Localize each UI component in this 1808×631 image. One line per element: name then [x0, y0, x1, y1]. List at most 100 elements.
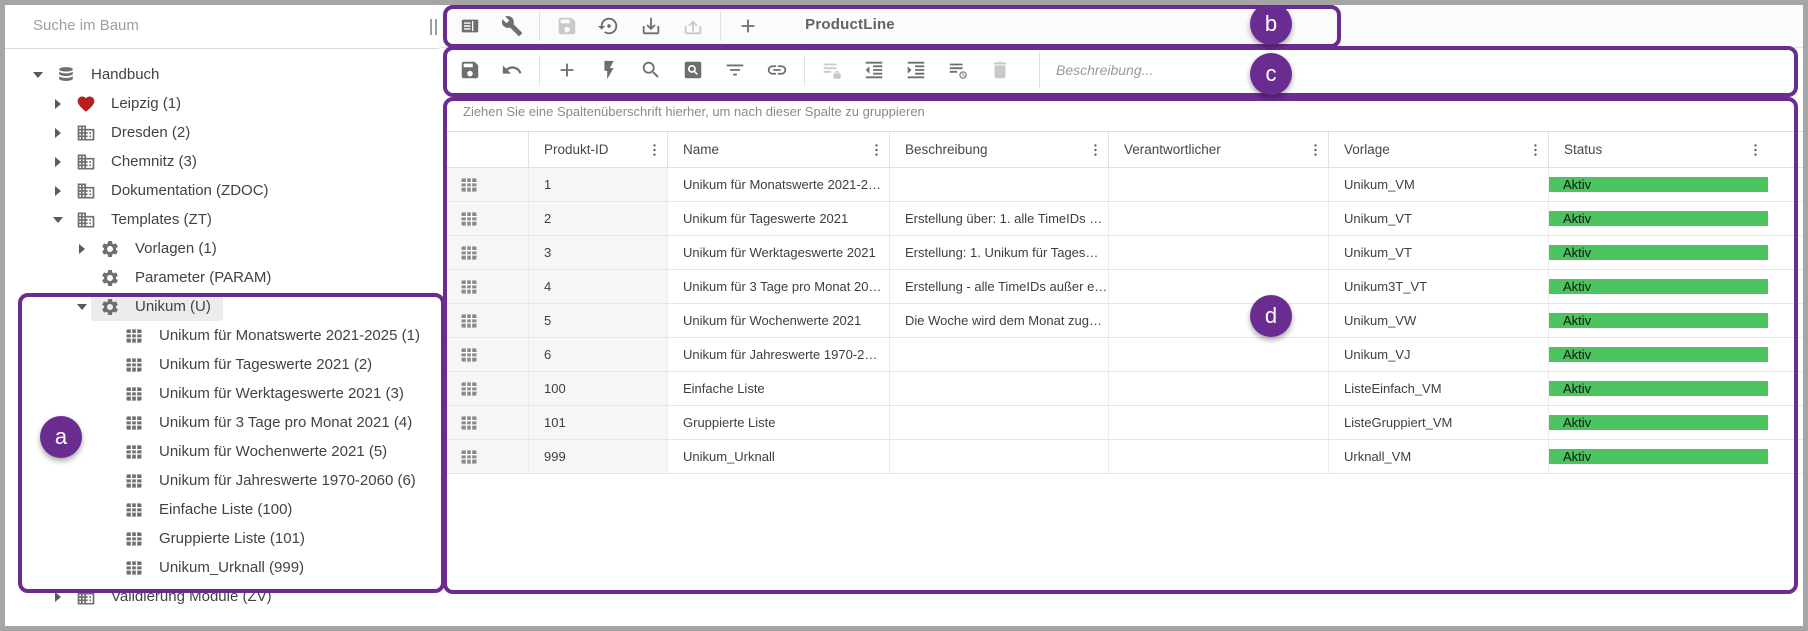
add-row-button[interactable] — [546, 52, 588, 88]
tree-expander-icon[interactable] — [49, 99, 67, 109]
tree-item[interactable]: Parameter (PARAM) — [5, 263, 439, 292]
column-header-beschreibung[interactable]: Beschreibung — [889, 132, 1108, 167]
tree-item[interactable]: Unikum (U) — [5, 292, 439, 321]
tree-item[interactable]: Gruppierte Liste (101) — [5, 524, 439, 553]
save-row-button[interactable] — [449, 52, 491, 88]
cell-name: Unikum für 3 Tage pro Monat 20… — [667, 270, 889, 303]
gear-icon — [99, 267, 121, 289]
restore-button[interactable] — [588, 8, 630, 44]
row-open-cell[interactable] — [447, 236, 528, 269]
filter-button[interactable] — [714, 52, 756, 88]
column-menu-icon[interactable] — [1527, 141, 1544, 158]
table-row[interactable]: 4Unikum für 3 Tage pro Monat 20…Erstellu… — [447, 270, 1803, 304]
table-row[interactable]: 100Einfache ListeListeEinfach_VMAktiv — [447, 372, 1803, 406]
tree-expander-icon[interactable] — [49, 186, 67, 196]
cell-id: 5 — [528, 304, 667, 337]
row-open-cell[interactable] — [447, 440, 528, 473]
row-open-cell[interactable] — [447, 406, 528, 439]
table-icon — [458, 345, 480, 365]
tree-expander-icon[interactable] — [49, 128, 67, 138]
row-open-cell[interactable] — [447, 338, 528, 371]
detail-panel-button[interactable] — [449, 8, 491, 44]
table-row[interactable]: 1Unikum für Monatswerte 2021-2…Unikum_VM… — [447, 168, 1803, 202]
tree-expander-icon[interactable] — [49, 592, 67, 602]
tree-item[interactable]: Chemnitz (3) — [5, 147, 439, 176]
bolt-icon — [598, 59, 620, 81]
tree-expander-icon[interactable] — [49, 217, 67, 223]
cell-status: Aktiv — [1548, 168, 1768, 201]
table-row[interactable]: 6Unikum für Jahreswerte 1970-2…Unikum_VJ… — [447, 338, 1803, 372]
table-row[interactable]: 2Unikum für Tageswerte 2021Erstellung üb… — [447, 202, 1803, 236]
row-open-cell[interactable] — [447, 372, 528, 405]
cell-text: Unikum für Tageswerte 2021 — [683, 211, 848, 226]
tree-item-label: Templates (ZT) — [111, 211, 212, 228]
row-open-cell[interactable] — [447, 168, 528, 201]
column-header-verantwortlicher[interactable]: Verantwortlicher — [1108, 132, 1328, 167]
flash-button[interactable] — [588, 52, 630, 88]
column-menu-icon[interactable] — [868, 141, 885, 158]
tree-expander-icon[interactable] — [49, 157, 67, 167]
cell-vorlage: Unikum_VM — [1328, 168, 1548, 201]
grid-toolbar — [439, 48, 1803, 91]
row-open-cell[interactable] — [447, 304, 528, 337]
tree-item[interactable]: Templates (ZT) — [5, 205, 439, 234]
status-badge: Aktiv — [1549, 279, 1768, 294]
tree-item[interactable]: Validierung Module (ZV) — [5, 582, 439, 611]
cell-name: Unikum für Werktageswerte 2021 — [667, 236, 889, 269]
tree-expander-icon[interactable] — [29, 72, 47, 78]
tree-item-label: Dokumentation (ZDOC) — [111, 182, 269, 199]
table-row[interactable]: 5Unikum für Wochenwerte 2021Die Woche wi… — [447, 304, 1803, 338]
tree-item[interactable]: Einfache Liste (100) — [5, 495, 439, 524]
description-input[interactable] — [1040, 61, 1803, 79]
import-button[interactable] — [630, 8, 672, 44]
tree-expander-icon[interactable] — [73, 244, 91, 254]
row-history-button[interactable] — [937, 52, 979, 88]
tree-item-label: Unikum für Jahreswerte 1970-2060 (6) — [159, 472, 416, 489]
tree-item[interactable]: Dokumentation (ZDOC) — [5, 176, 439, 205]
link-button[interactable] — [756, 52, 798, 88]
splitter-handle[interactable] — [430, 19, 437, 35]
tree-item[interactable]: Leipzig (1) — [5, 89, 439, 118]
tree-item[interactable]: Unikum für Monatswerte 2021-2025 (1) — [5, 321, 439, 350]
tree-item[interactable]: Unikum für Jahreswerte 1970-2060 (6) — [5, 466, 439, 495]
cell-vorlage: Unikum_VT — [1328, 236, 1548, 269]
column-menu-icon[interactable] — [1307, 141, 1324, 158]
column-menu-icon[interactable] — [1087, 141, 1104, 158]
building-icon — [75, 180, 97, 202]
tree-item-label: Vorlagen (1) — [135, 240, 217, 257]
move-in-button[interactable] — [895, 52, 937, 88]
undo-button[interactable] — [491, 52, 533, 88]
tree-item[interactable]: Dresden (2) — [5, 118, 439, 147]
tab-label: ProductLine — [805, 16, 895, 33]
row-open-cell[interactable] — [447, 202, 528, 235]
tab-productline[interactable]: ProductLine — [779, 5, 921, 48]
tree-item[interactable]: Unikum für Tageswerte 2021 (2) — [5, 350, 439, 379]
cell-name: Unikum für Wochenwerte 2021 — [667, 304, 889, 337]
row-open-cell[interactable] — [447, 270, 528, 303]
column-menu-icon[interactable] — [1747, 141, 1764, 158]
table-row[interactable]: 999Unikum_UrknallUrknall_VMAktiv — [447, 440, 1803, 474]
tree-search-input[interactable] — [5, 5, 403, 46]
cell-id: 6 — [528, 338, 667, 371]
tree-item[interactable]: Vorlagen (1) — [5, 234, 439, 263]
column-menu-icon[interactable] — [646, 141, 663, 158]
search-button[interactable] — [630, 52, 672, 88]
move-out-button[interactable] — [853, 52, 895, 88]
tree-item-label: Validierung Module (ZV) — [111, 588, 272, 605]
column-header-name[interactable]: Name — [667, 132, 889, 167]
export-button — [672, 8, 714, 44]
status-badge: Aktiv — [1549, 449, 1768, 464]
add-tab-button[interactable] — [727, 8, 769, 44]
tree-item[interactable]: Unikum_Urknall (999) — [5, 553, 439, 582]
table-row[interactable]: 3Unikum für Werktageswerte 2021Erstellun… — [447, 236, 1803, 270]
settings-wrench-button[interactable] — [491, 8, 533, 44]
column-header-status[interactable]: Status — [1548, 132, 1768, 167]
advanced-search-button[interactable] — [672, 52, 714, 88]
tree-item[interactable]: Unikum für Werktageswerte 2021 (3) — [5, 379, 439, 408]
tree-expander-icon[interactable] — [73, 304, 91, 310]
table-row[interactable]: 101Gruppierte ListeListeGruppiert_VMAkti… — [447, 406, 1803, 440]
column-header-vorlage[interactable]: Vorlage — [1328, 132, 1548, 167]
column-header-id[interactable]: Produkt-ID — [528, 132, 667, 167]
tree-item[interactable]: Handbuch — [5, 60, 439, 89]
cell-text: Unikum_VT — [1344, 245, 1412, 260]
